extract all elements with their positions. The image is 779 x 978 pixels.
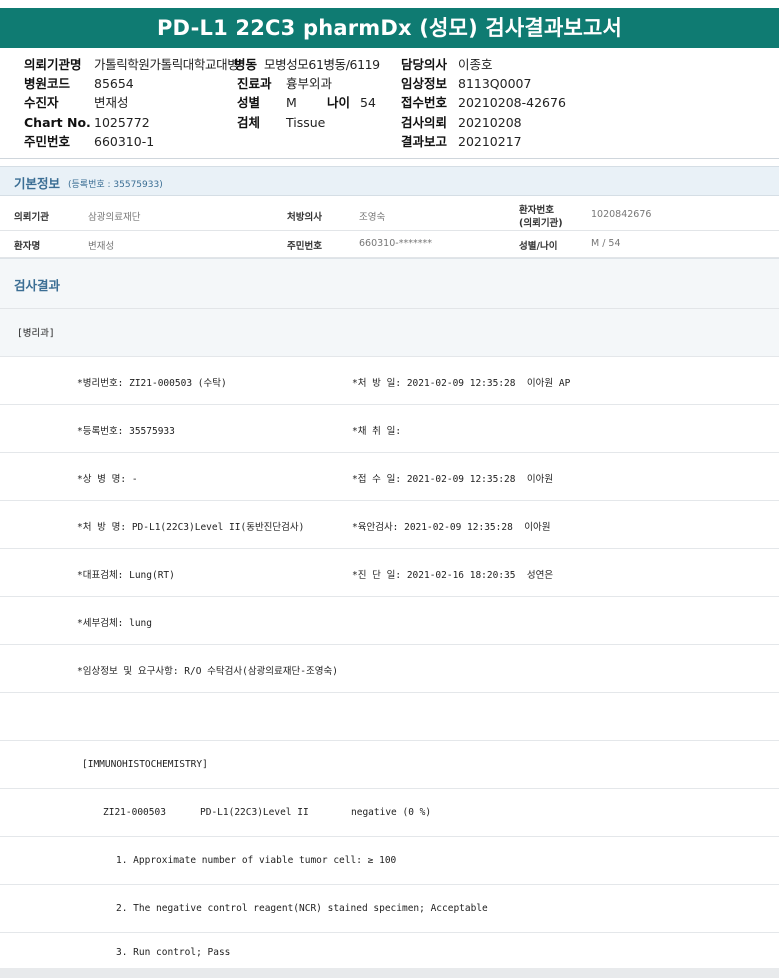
ihc-header-line: [IMMUNOHISTOCHEMISTRY]	[0, 741, 779, 789]
basic-info-title: 기본정보	[14, 176, 61, 191]
header-divider	[0, 158, 779, 159]
ihc-item: 1. Approximate number of viable tumor ce…	[0, 837, 779, 885]
result-line-blank	[0, 693, 779, 741]
result-line: *세부검체: lung	[0, 597, 779, 645]
ihc-result-line: ZI21-000503 PD-L1(22C3)Level II negative…	[0, 789, 779, 837]
result-line: *병리번호: ZI21-000503 (수탁) *처 방 일: 2021-02-…	[0, 357, 779, 405]
basic-info-reg-no: (등록번호 : 35575933)	[68, 180, 163, 190]
report-title: PD-L1 22C3 pharmDx (성모) 검사결과보고서	[0, 8, 779, 48]
basic-info-row-1: 의뢰기관 삼광의료재단 처방의사 조영숙 환자번호 (의뢰기관) 1020842…	[0, 197, 779, 231]
results-body: [병리과] *병리번호: ZI21-000503 (수탁) *처 방 일: 20…	[0, 308, 779, 968]
result-line-dept: [병리과]	[0, 309, 779, 357]
result-line: *대표검체: Lung(RT) *진 단 일: 2021-02-16 18:20…	[0, 549, 779, 597]
basic-info-header: 기본정보 (등록번호 : 35575933)	[0, 166, 779, 196]
basic-info-row-2: 환자명 변재성 주민번호 660310-******* 성별/나이 M / 54	[0, 231, 779, 258]
ihc-item: 2. The negative control reagent(NCR) sta…	[0, 885, 779, 933]
result-line: *상 병 명: - *접 수 일: 2021-02-09 12:35:28 이아…	[0, 453, 779, 501]
results-title: 검사결과	[14, 278, 61, 293]
result-line: *등록번호: 35575933 *채 취 일:	[0, 405, 779, 453]
results-header: 검사결과	[0, 258, 779, 308]
result-line: *처 방 명: PD-L1(22C3)Level II(동반진단검사) *육안검…	[0, 501, 779, 549]
result-line: *임상정보 및 요구사항: R/O 수탁검사(삼광의료재단-조영숙)	[0, 645, 779, 693]
bottom-strip	[0, 968, 779, 978]
